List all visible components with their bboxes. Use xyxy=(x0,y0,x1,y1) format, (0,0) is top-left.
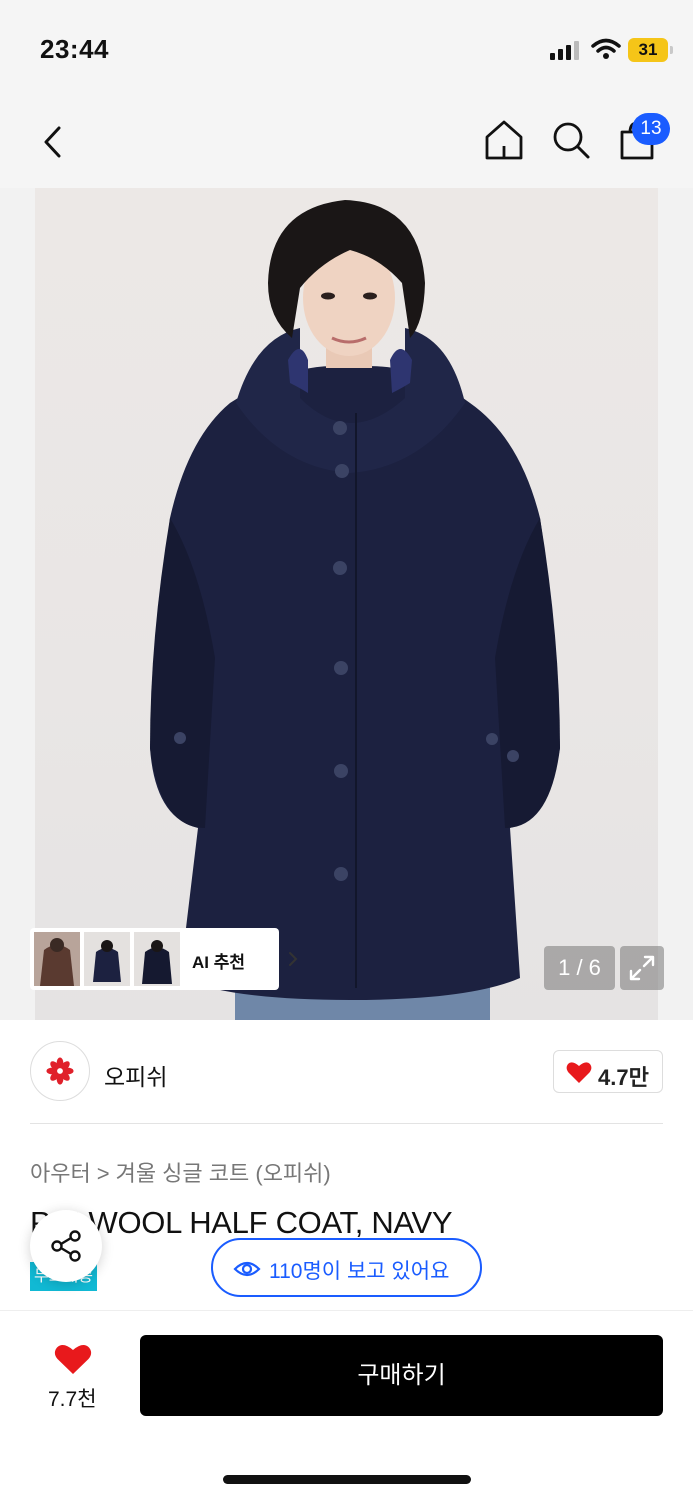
status-time: 23:44 xyxy=(40,34,109,64)
battery-indicator: 31 xyxy=(628,38,673,62)
expand-icon xyxy=(629,955,655,981)
product-image-gallery[interactable]: AI 추천 1 / 6 xyxy=(0,188,693,1020)
top-nav-bar xyxy=(0,100,693,188)
home-icon[interactable] xyxy=(482,118,526,162)
heart-icon[interactable] xyxy=(54,1343,92,1375)
cart-count-badge: 13 xyxy=(632,113,670,145)
breadcrumb-separator: > xyxy=(96,1161,110,1186)
expand-image-button[interactable] xyxy=(620,946,664,990)
breadcrumb: 아우터 > 겨울 싱글 코트 (오피쉬) xyxy=(30,1156,331,1188)
share-icon xyxy=(51,1230,81,1262)
breadcrumb-subcategory[interactable]: 겨울 싱글 코트 (오피쉬) xyxy=(116,1161,331,1186)
breadcrumb-category[interactable]: 아우터 xyxy=(30,1161,91,1186)
favorite-count: 7.7천 xyxy=(48,1388,97,1411)
live-viewers-pill: 110명이 보고 있어요 xyxy=(211,1238,482,1297)
brand-logo[interactable] xyxy=(30,1041,90,1101)
signal-icon xyxy=(550,41,579,60)
wifi-icon xyxy=(591,38,621,59)
image-page-indicator: 1 / 6 xyxy=(544,946,615,990)
status-bar: 23:44 31 xyxy=(0,0,693,100)
buy-button[interactable]: 구매하기 xyxy=(140,1335,663,1416)
home-indicator xyxy=(223,1475,471,1484)
eye-icon xyxy=(233,1261,261,1277)
search-icon[interactable] xyxy=(549,118,593,162)
brand-flower-icon xyxy=(46,1057,74,1085)
brand-row: 오피쉬 4.7만 xyxy=(0,1020,693,1124)
chevron-right-icon xyxy=(289,952,298,966)
bottom-action-bar: 7.7천 구매하기 xyxy=(0,1310,693,1500)
brand-like-count: 4.7만 xyxy=(598,1065,649,1090)
back-icon[interactable] xyxy=(34,120,74,164)
heart-icon xyxy=(566,1062,592,1083)
brand-name[interactable]: 오피쉬 xyxy=(104,1058,167,1092)
ai-thumbnail-2 xyxy=(84,932,130,986)
live-viewers-text: 110명이 보고 있어요 xyxy=(269,1260,450,1283)
ai-thumbnail-1 xyxy=(34,932,80,986)
ai-recommendation-button[interactable]: AI 추천 xyxy=(30,928,298,990)
share-button[interactable] xyxy=(30,1210,102,1282)
brand-like-button[interactable]: 4.7만 xyxy=(553,1050,663,1093)
ai-recommendation-label: AI 추천 xyxy=(192,953,246,972)
divider xyxy=(30,1123,663,1124)
product-photo xyxy=(150,200,560,1020)
ai-thumbnail-3 xyxy=(134,932,180,986)
